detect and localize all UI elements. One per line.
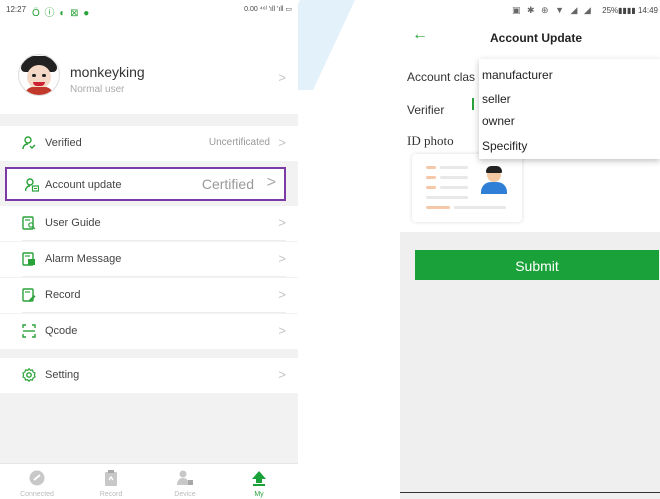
menu-item-label: Record [45, 289, 81, 301]
menu-item-verified[interactable]: Verified Uncertificated > [0, 126, 298, 161]
menu-item-user-guide[interactable]: User Guide > [0, 206, 298, 241]
upload-arrow-icon [252, 471, 266, 486]
clipboard-icon [105, 470, 117, 486]
account-update-screen: ▣ ✱ ⊕ ▼ ◢ ◢ 25%▮▮▮▮ 14:49 ← Account Upda… [400, 0, 660, 499]
tab-label: My [254, 491, 264, 498]
status-signal-icons: 0.00 ⁴⁶ᴵ 'ıll 'ıll ▭ [244, 6, 292, 13]
menu-item-label: Qcode [45, 325, 78, 337]
dropdown-option-specifity[interactable]: Specifity [482, 139, 527, 153]
menu-item-alarm-message[interactable]: Alarm Message > [0, 242, 298, 277]
menu-item-account-update[interactable]: Account update Certified > [5, 167, 286, 201]
link-icon [29, 470, 45, 486]
tab-record[interactable]: Record [74, 464, 148, 499]
page-title: Account Update [490, 31, 583, 45]
id-photo-upload[interactable] [412, 154, 522, 222]
chevron-right-icon: > [278, 215, 286, 230]
account-class-label: Account clas [407, 70, 476, 84]
verifier-input-cursor[interactable] [472, 98, 474, 110]
tab-label: Device [174, 491, 196, 498]
profile-card[interactable]: monkeyking Normal user > [0, 22, 298, 114]
bottom-tab-bar: Connected Record Device My [0, 463, 298, 499]
message-icon [22, 252, 35, 266]
menu-item-label: User Guide [45, 217, 101, 229]
my-screen: 12:27 Ö ⓘ ◐ ⊠ ● 0.00 ⁴⁶ᴵ 'ıll 'ıll ▭ mon… [0, 0, 298, 499]
profile-role: Normal user [70, 84, 125, 95]
account-update-icon [25, 178, 39, 192]
dropdown-option-seller[interactable]: seller [482, 92, 511, 106]
divider [400, 492, 660, 493]
status-time: 12:27 [6, 5, 27, 14]
submit-button[interactable]: Submit [415, 250, 659, 280]
chevron-right-icon: > [278, 367, 286, 382]
record-edit-icon [22, 288, 36, 302]
verification-status: Uncertificated [208, 137, 270, 148]
id-photo-label: ID photo [407, 133, 454, 148]
menu-item-qcode[interactable]: Qcode > [0, 314, 298, 349]
status-notification-icons: Ö ⓘ ◐ ⊠ ● [32, 8, 91, 19]
dropdown-option-owner[interactable]: owner [482, 114, 515, 128]
avatar [18, 54, 60, 96]
status-bar: 12:27 Ö ⓘ ◐ ⊠ ● 0.00 ⁴⁶ᴵ 'ıll 'ıll ▭ [0, 0, 298, 22]
chevron-right-icon: > [266, 174, 276, 191]
account-class-dropdown: manufacturer seller owner Specifity [479, 59, 660, 159]
profile-name: monkeyking [70, 64, 145, 80]
chevron-right-icon: > [278, 323, 286, 338]
chevron-right-icon: > [278, 251, 286, 266]
status-battery-time: 25%▮▮▮▮ 14:49 [602, 6, 658, 15]
document-search-icon [22, 216, 36, 230]
tab-device[interactable]: Device [148, 464, 222, 499]
dropdown-option-manufacturer[interactable]: manufacturer [482, 68, 553, 82]
status-signal-icons: ▣ ✱ ⊕ ▼ ◢ ◢ [512, 5, 593, 15]
tab-my[interactable]: My [222, 464, 296, 499]
back-arrow-icon[interactable]: ← [412, 26, 428, 44]
menu-item-record[interactable]: Record > [0, 278, 298, 313]
chevron-right-icon: > [278, 135, 286, 150]
menu-item-label: Verified [45, 137, 82, 149]
menu-item-label: Setting [45, 369, 80, 381]
device-user-icon [177, 470, 193, 485]
chevron-right-icon: > [278, 287, 286, 302]
person-check-icon [22, 136, 36, 150]
status-bar: ▣ ✱ ⊕ ▼ ◢ ◢ 25%▮▮▮▮ 14:49 [400, 0, 660, 22]
qr-scan-icon [22, 324, 36, 338]
tab-label: Record [99, 491, 123, 498]
tab-label: Connected [20, 491, 54, 498]
tab-connected[interactable]: Connected [0, 464, 74, 499]
menu-item-label: Alarm Message [45, 253, 122, 265]
account-status: Certified [201, 176, 254, 192]
gear-icon [22, 368, 36, 382]
menu-item-setting[interactable]: Setting > [0, 358, 298, 393]
header: ← Account Update [400, 22, 660, 58]
menu-item-label: Account update [45, 179, 122, 191]
verifier-label: Verifier [407, 103, 445, 117]
chevron-right-icon: > [278, 70, 286, 85]
